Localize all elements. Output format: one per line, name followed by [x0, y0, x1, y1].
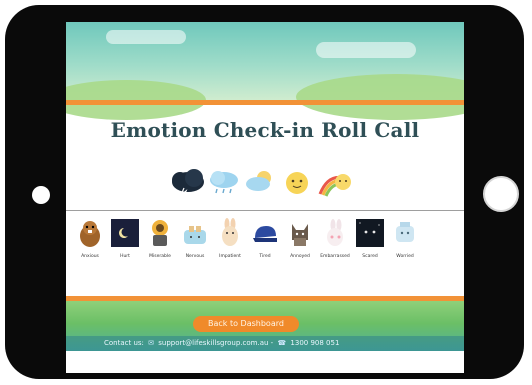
emotion-label: Tired — [259, 254, 271, 259]
bunny-icon — [327, 219, 343, 246]
back-to-dashboard-button[interactable]: Back to Dashboard — [193, 316, 299, 332]
contact-phone-link[interactable]: 1300 908 051 — [290, 339, 339, 347]
cloud-decoration — [106, 30, 186, 44]
email-icon: ✉ — [148, 339, 155, 347]
emotion-item-anxious[interactable]: Anxious — [73, 218, 107, 259]
cat-icon — [292, 224, 308, 246]
emotion-label: Nervous — [185, 254, 205, 259]
emotion-label: Annoyed — [290, 254, 310, 259]
page-title: Emotion Check-in Roll Call — [110, 118, 420, 142]
phone-icon: ☎ — [277, 339, 287, 347]
contact-row: Contact us: ✉ support@lifeskillsgroup.co… — [104, 339, 339, 347]
hill-decoration — [296, 74, 464, 120]
emotion-item-tired[interactable]: Tired — [248, 218, 282, 259]
emotion-item-annoyed[interactable]: Annoyed — [283, 218, 317, 259]
emotion-label: Hurt — [120, 254, 130, 259]
emotion-item-nervous[interactable]: Nervous — [178, 218, 212, 259]
cloud-decoration — [316, 42, 416, 58]
rabbit-icon — [222, 218, 238, 246]
contact-label: Contact us: — [104, 339, 144, 347]
tablet-camera-dot — [32, 186, 50, 204]
sun-icon[interactable] — [282, 168, 312, 198]
emotion-label: Embarrassed — [320, 254, 350, 259]
storm-cloud-icon[interactable] — [170, 168, 206, 196]
robot-icon — [396, 222, 414, 242]
cap-icon — [253, 226, 277, 242]
contact-email-link[interactable]: support@lifeskillsgroup.com.au — [158, 339, 268, 347]
night-box-icon — [356, 219, 384, 247]
beaver-icon — [80, 221, 100, 247]
emotion-label: Miserable — [149, 254, 171, 259]
contact-separator: - — [270, 339, 274, 347]
moon-icon — [111, 219, 139, 247]
toaster-icon — [184, 226, 206, 244]
header-accent-band — [66, 100, 464, 105]
emotion-item-hurt[interactable]: Hurt — [108, 218, 142, 259]
emotion-item-miserable[interactable]: Miserable — [143, 218, 177, 259]
emotion-item-scared[interactable]: Scared — [353, 218, 387, 259]
emotion-item-worried[interactable]: Worried — [388, 218, 422, 259]
flower-pot-icon — [152, 220, 168, 246]
emotion-label: Worried — [396, 254, 414, 259]
rainbow-icon[interactable] — [316, 168, 352, 198]
rain-cloud-icon[interactable] — [208, 168, 240, 196]
emotion-label: Anxious — [81, 254, 99, 259]
cloud-sun-icon[interactable] — [244, 168, 276, 194]
weather-scale — [170, 168, 370, 208]
emotion-label: Scared — [362, 254, 378, 259]
tablet-home-button[interactable] — [483, 176, 519, 212]
section-divider — [66, 210, 464, 211]
emotion-item-embarrassed[interactable]: Embarrassed — [318, 218, 352, 259]
emotion-label: Impatient — [219, 254, 241, 259]
sky-banner — [66, 22, 464, 120]
emotion-item-impatient[interactable]: Impatient — [213, 218, 247, 259]
